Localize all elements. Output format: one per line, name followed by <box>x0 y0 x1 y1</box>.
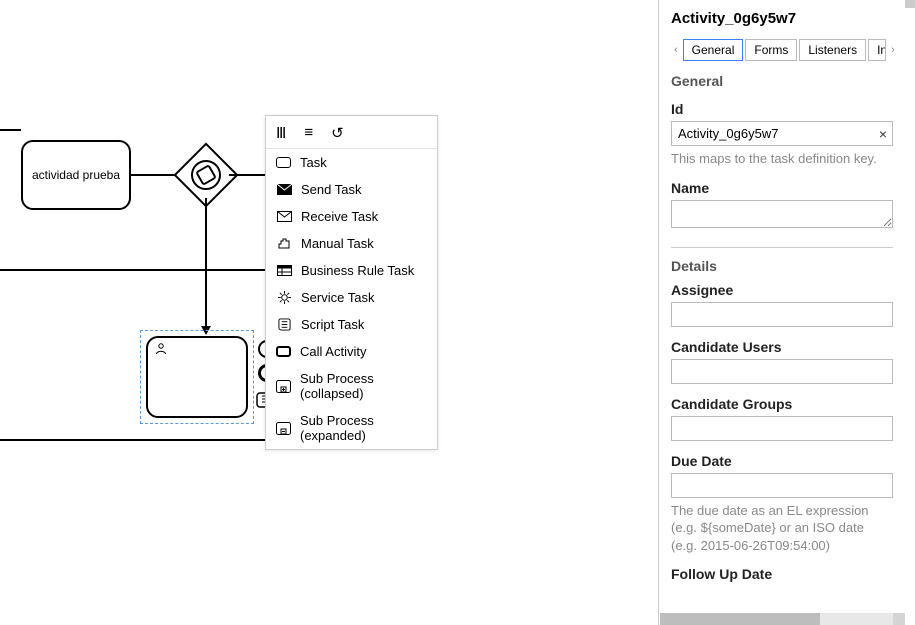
menu-item-subprocess-expanded[interactable]: Sub Process (expanded) <box>266 407 437 449</box>
candidate-groups-input[interactable] <box>671 416 893 441</box>
lane-line <box>0 129 21 131</box>
due-date-label: Due Date <box>671 453 893 469</box>
gateway-node[interactable] <box>183 152 229 198</box>
gear-icon <box>276 291 292 305</box>
panel-title: Activity_0g6y5w7 <box>671 10 893 27</box>
table-icon <box>276 264 292 278</box>
call-activity-icon <box>276 346 291 357</box>
menu-label: Script Task <box>301 317 364 332</box>
id-label: Id <box>671 101 893 117</box>
task-type-menu: Ⅲ ≡ ↺ Task Send Task Receive Task Manual… <box>265 115 438 450</box>
user-icon <box>154 342 168 359</box>
hand-icon <box>276 237 292 251</box>
scrollbar-vertical[interactable] <box>905 0 915 8</box>
id-input[interactable] <box>671 121 893 146</box>
menu-item-send-task[interactable]: Send Task <box>266 176 437 203</box>
menu-label: Sub Process (collapsed) <box>300 371 427 401</box>
followup-label: Follow Up Date <box>671 566 893 582</box>
menu-item-subprocess-collapsed[interactable]: Sub Process (collapsed) <box>266 365 437 407</box>
tab-listeners[interactable]: Listeners <box>799 39 866 61</box>
task-label: actividad prueba <box>32 168 120 182</box>
user-task-node[interactable] <box>146 336 248 418</box>
tab-general[interactable]: General <box>683 39 744 61</box>
menu-label: Service Task <box>301 290 374 305</box>
sequence-flow <box>205 198 207 326</box>
parallel-icon[interactable]: Ⅲ <box>276 124 286 142</box>
tab-input-output[interactable]: Input/O <box>868 39 886 61</box>
assignee-input[interactable] <box>671 302 893 327</box>
menu-item-business-rule[interactable]: Business Rule Task <box>266 257 437 284</box>
candidate-users-label: Candidate Users <box>671 339 893 355</box>
menu-label: Task <box>300 155 327 170</box>
tab-scroll-left[interactable]: ‹ <box>671 44 681 56</box>
menu-item-call-activity[interactable]: Call Activity <box>266 338 437 365</box>
due-date-help: The due date as an EL expression (e.g. $… <box>671 502 893 555</box>
menu-label: Send Task <box>301 182 361 197</box>
candidate-groups-label: Candidate Groups <box>671 396 893 412</box>
lane-line <box>0 269 265 271</box>
sequence-flow <box>229 174 265 176</box>
id-help-text: This maps to the task definition key. <box>671 150 893 168</box>
clear-icon[interactable]: × <box>879 126 887 142</box>
menu-label: Sub Process (expanded) <box>300 413 427 443</box>
subprocess-expanded-icon <box>276 421 291 435</box>
candidate-users-input[interactable] <box>671 359 893 384</box>
task-node[interactable]: actividad prueba <box>21 140 131 210</box>
name-input[interactable] <box>671 200 893 228</box>
send-icon <box>276 183 292 197</box>
tab-scroll-right[interactable]: › <box>888 44 898 56</box>
tab-forms[interactable]: Forms <box>745 39 797 61</box>
loop-icon[interactable]: ↺ <box>331 124 344 142</box>
menu-item-script-task[interactable]: Script Task <box>266 311 437 338</box>
task-icon <box>276 157 291 168</box>
script-icon <box>276 318 292 332</box>
name-label: Name <box>671 180 893 196</box>
scrollbar-horizontal[interactable] <box>660 613 905 625</box>
sequence-flow <box>131 174 178 176</box>
menu-label: Receive Task <box>301 209 378 224</box>
lane-line <box>0 439 265 441</box>
menu-label: Call Activity <box>300 344 366 359</box>
menu-label: Manual Task <box>301 236 374 251</box>
menu-label: Business Rule Task <box>301 263 414 278</box>
properties-panel: Activity_0g6y5w7 ‹ General Forms Listene… <box>658 0 905 625</box>
scrollbar-thumb[interactable] <box>660 613 820 625</box>
section-general-header: General <box>671 73 893 89</box>
subprocess-collapsed-icon <box>276 379 291 393</box>
scrollbar-corner <box>893 613 905 625</box>
menu-item-service-task[interactable]: Service Task <box>266 284 437 311</box>
canvas-area[interactable]: actividad prueba <box>0 0 658 625</box>
menu-icon[interactable]: ≡ <box>304 124 313 142</box>
menu-item-task[interactable]: Task <box>266 149 437 176</box>
receive-icon <box>276 210 292 224</box>
menu-item-receive-task[interactable]: Receive Task <box>266 203 437 230</box>
section-details-header: Details <box>671 258 893 274</box>
menu-item-manual-task[interactable]: Manual Task <box>266 230 437 257</box>
tab-bar: ‹ General Forms Listeners Input/O › <box>671 39 893 61</box>
due-date-input[interactable] <box>671 473 893 498</box>
assignee-label: Assignee <box>671 282 893 298</box>
